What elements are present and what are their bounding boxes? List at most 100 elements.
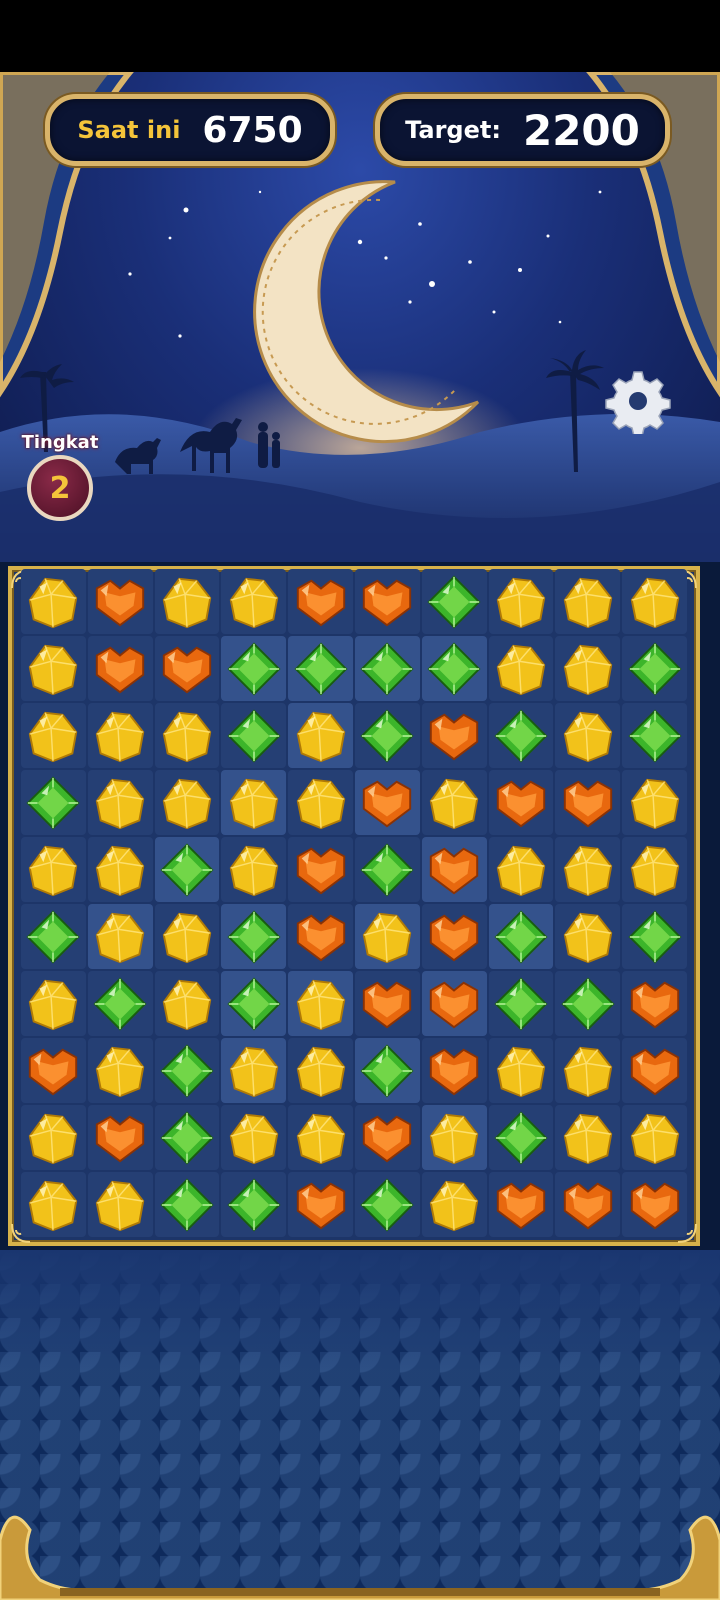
board-cell[interactable] bbox=[87, 1038, 153, 1103]
board-cell[interactable] bbox=[288, 569, 353, 634]
board-cell[interactable] bbox=[21, 837, 86, 902]
board-cell[interactable] bbox=[21, 636, 86, 701]
board-cell[interactable] bbox=[221, 770, 287, 835]
board-cell[interactable] bbox=[154, 703, 220, 768]
board-cell[interactable] bbox=[288, 1172, 353, 1237]
board-cell[interactable] bbox=[87, 971, 153, 1036]
board-cell[interactable] bbox=[488, 837, 554, 902]
board-cell[interactable] bbox=[488, 770, 554, 835]
board-cell[interactable] bbox=[87, 1172, 153, 1237]
board-cell[interactable] bbox=[488, 703, 554, 768]
board-cell[interactable] bbox=[154, 971, 220, 1036]
board-cell[interactable] bbox=[21, 1105, 86, 1170]
board-cell[interactable] bbox=[421, 1172, 487, 1237]
board-cell[interactable] bbox=[154, 569, 220, 634]
board-cell[interactable] bbox=[555, 1038, 621, 1103]
board-cell[interactable] bbox=[622, 569, 687, 634]
board-cell[interactable] bbox=[555, 1105, 621, 1170]
board-cell[interactable] bbox=[622, 703, 687, 768]
board-cell[interactable] bbox=[87, 703, 153, 768]
board-cell[interactable] bbox=[221, 1038, 287, 1103]
board-cell[interactable] bbox=[21, 904, 86, 969]
board-cell[interactable] bbox=[622, 636, 687, 701]
board-cell[interactable] bbox=[555, 770, 621, 835]
board-cell[interactable] bbox=[288, 1105, 353, 1170]
board-cell[interactable] bbox=[355, 971, 420, 1036]
board-cell[interactable] bbox=[555, 636, 621, 701]
board-cell[interactable] bbox=[488, 569, 554, 634]
board-cell[interactable] bbox=[87, 569, 153, 634]
board-cell[interactable] bbox=[355, 1105, 420, 1170]
board-cell[interactable] bbox=[221, 703, 287, 768]
board-cell[interactable] bbox=[421, 837, 487, 902]
board-cell[interactable] bbox=[622, 770, 687, 835]
board-cell[interactable] bbox=[21, 569, 86, 634]
board-cell[interactable] bbox=[488, 636, 554, 701]
board-cell[interactable] bbox=[154, 837, 220, 902]
board-cell[interactable] bbox=[221, 1172, 287, 1237]
board-cell[interactable] bbox=[21, 971, 86, 1036]
board-cell[interactable] bbox=[488, 1172, 554, 1237]
board-cell[interactable] bbox=[355, 703, 420, 768]
board-cell[interactable] bbox=[288, 770, 353, 835]
board-cell[interactable] bbox=[221, 636, 287, 701]
board-cell[interactable] bbox=[488, 904, 554, 969]
board-cell[interactable] bbox=[288, 636, 353, 701]
board-cell[interactable] bbox=[421, 904, 487, 969]
board-cell[interactable] bbox=[421, 770, 487, 835]
board-cell[interactable] bbox=[154, 770, 220, 835]
board-cell[interactable] bbox=[622, 971, 687, 1036]
board-cell[interactable] bbox=[288, 971, 353, 1036]
board-cell[interactable] bbox=[221, 1105, 287, 1170]
board-cell[interactable] bbox=[21, 1172, 86, 1237]
board-cell[interactable] bbox=[221, 904, 287, 969]
board-cell[interactable] bbox=[421, 703, 487, 768]
board-cell[interactable] bbox=[555, 569, 621, 634]
board-cell[interactable] bbox=[355, 904, 420, 969]
board-cell[interactable] bbox=[154, 1105, 220, 1170]
board-cell[interactable] bbox=[87, 837, 153, 902]
board-cell[interactable] bbox=[488, 1105, 554, 1170]
board-cell[interactable] bbox=[555, 971, 621, 1036]
board-cell[interactable] bbox=[421, 1105, 487, 1170]
board-cell[interactable] bbox=[221, 971, 287, 1036]
board-cell[interactable] bbox=[87, 636, 153, 701]
board-cell[interactable] bbox=[154, 636, 220, 701]
board-cell[interactable] bbox=[87, 904, 153, 969]
board-cell[interactable] bbox=[154, 1172, 220, 1237]
board-cell[interactable] bbox=[555, 1172, 621, 1237]
board-cell[interactable] bbox=[622, 837, 687, 902]
board-cell[interactable] bbox=[355, 1172, 420, 1237]
board-cell[interactable] bbox=[555, 703, 621, 768]
board-cell[interactable] bbox=[421, 971, 487, 1036]
board-cell[interactable] bbox=[555, 904, 621, 969]
board-cell[interactable] bbox=[421, 569, 487, 634]
board-cell[interactable] bbox=[355, 636, 420, 701]
board-cell[interactable] bbox=[221, 837, 287, 902]
board-cell[interactable] bbox=[622, 1105, 687, 1170]
board-cell[interactable] bbox=[555, 837, 621, 902]
board-cell[interactable] bbox=[21, 770, 86, 835]
board-cell[interactable] bbox=[488, 1038, 554, 1103]
settings-button[interactable] bbox=[605, 368, 671, 434]
board-cell[interactable] bbox=[488, 971, 554, 1036]
board-cell[interactable] bbox=[355, 569, 420, 634]
board-cell[interactable] bbox=[288, 1038, 353, 1103]
board-cell[interactable] bbox=[288, 703, 353, 768]
board-cell[interactable] bbox=[355, 770, 420, 835]
board-cell[interactable] bbox=[154, 1038, 220, 1103]
board-cell[interactable] bbox=[21, 703, 86, 768]
board-cell[interactable] bbox=[355, 837, 420, 902]
board-cell[interactable] bbox=[288, 837, 353, 902]
board-cell[interactable] bbox=[21, 1038, 86, 1103]
board-cell[interactable] bbox=[87, 1105, 153, 1170]
board-cell[interactable] bbox=[622, 904, 687, 969]
board-cell[interactable] bbox=[622, 1172, 687, 1237]
board-cell[interactable] bbox=[421, 636, 487, 701]
board-cell[interactable] bbox=[421, 1038, 487, 1103]
board-cell[interactable] bbox=[154, 904, 220, 969]
board-cell[interactable] bbox=[622, 1038, 687, 1103]
board-cell[interactable] bbox=[87, 770, 153, 835]
board-cell[interactable] bbox=[221, 569, 287, 634]
board-cell[interactable] bbox=[355, 1038, 420, 1103]
